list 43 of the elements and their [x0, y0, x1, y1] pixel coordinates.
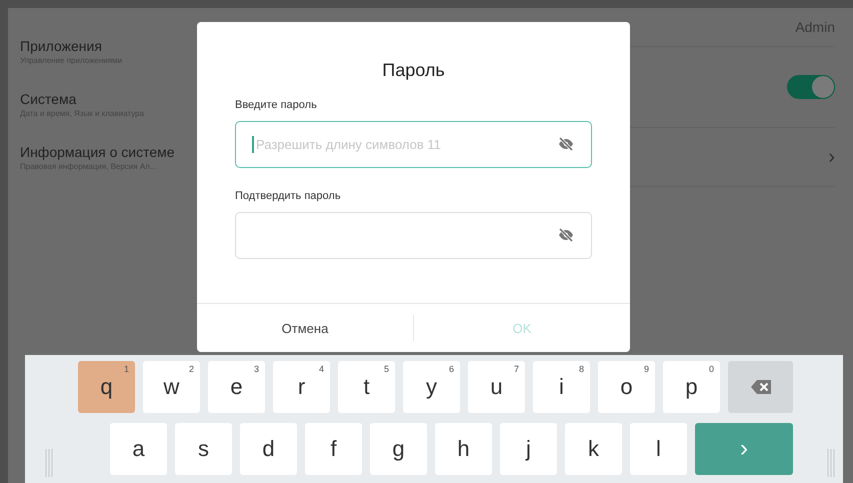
toggle-switch[interactable] — [787, 75, 835, 99]
keyboard-key[interactable]: l — [630, 423, 687, 475]
eye-slash-icon[interactable] — [558, 137, 574, 151]
keyboard-key[interactable]: g — [370, 423, 427, 475]
backspace-key[interactable] — [728, 361, 793, 413]
keyboard-key[interactable]: p 0 — [663, 361, 720, 413]
keyboard-key[interactable]: u 7 — [468, 361, 525, 413]
field-label: Введите пароль — [235, 99, 318, 111]
key-hint: 7 — [514, 364, 519, 374]
key-hint: 0 — [708, 364, 714, 374]
key-hint: 9 — [644, 364, 649, 374]
password-field[interactable] — [235, 212, 592, 259]
keyboard-key[interactable]: d — [240, 423, 297, 475]
key-hint: 6 — [448, 364, 454, 374]
keyboard-key[interactable]: o 9 — [598, 361, 655, 413]
password-field[interactable]: Разрешить длину символов 11 — [235, 121, 592, 168]
keyboard-key[interactable]: t 5 — [338, 361, 395, 413]
grip-icon[interactable] — [45, 449, 53, 477]
key-hint: 4 — [318, 364, 324, 374]
key-hint: 8 — [578, 364, 584, 374]
key-hint: 1 — [124, 364, 129, 374]
backspace-icon — [750, 379, 772, 395]
keyboard-key[interactable]: i 8 — [533, 361, 590, 413]
keyboard-key[interactable]: s — [175, 423, 232, 475]
key-hint: 2 — [188, 364, 194, 374]
eye-slash-icon[interactable] — [558, 228, 574, 242]
keyboard-key[interactable]: r 4 — [273, 361, 330, 413]
keyboard-key[interactable]: f — [305, 423, 362, 475]
keyboard-key[interactable]: e 3 — [208, 361, 265, 413]
dialog-title: Пароль — [381, 59, 446, 82]
keyboard-key[interactable]: a — [110, 423, 167, 475]
keyboard-key[interactable]: y 6 — [403, 361, 460, 413]
field-label: Подтвердить пароль — [235, 190, 342, 202]
keyboard-key[interactable]: w 2 — [143, 361, 200, 413]
keyboard-key[interactable]: j — [500, 423, 557, 475]
grip-icon[interactable] — [827, 449, 835, 477]
dialog-button[interactable]: Отмена — [197, 304, 413, 352]
keyboard-key[interactable]: q 1 — [78, 361, 135, 413]
key-hint: 3 — [254, 364, 259, 374]
keyboard-key[interactable]: h — [435, 423, 492, 475]
text-cursor — [252, 136, 254, 153]
keyboard-key[interactable]: k — [565, 423, 622, 475]
key-hint: 5 — [384, 364, 389, 374]
